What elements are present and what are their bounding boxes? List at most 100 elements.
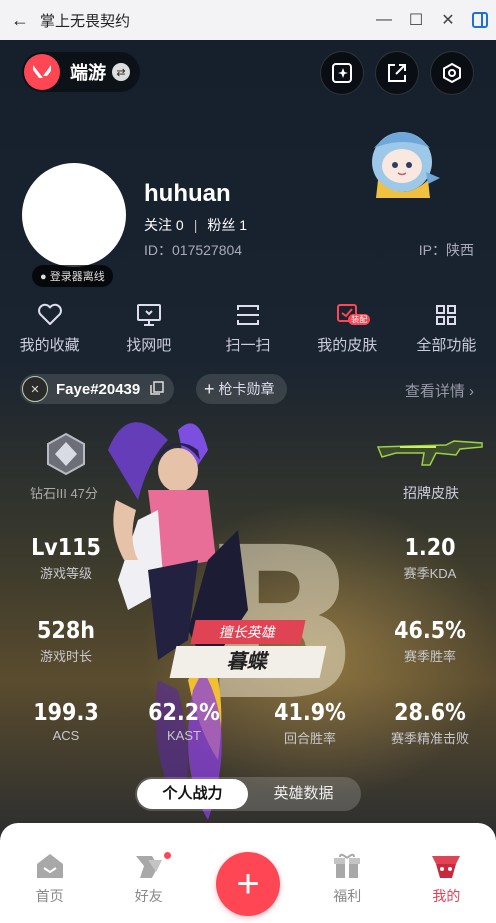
gun-card-badge-button[interactable]: + 枪卡勋章	[196, 374, 287, 404]
stat-value: 1.20	[404, 535, 456, 561]
follow-stats: 关注 0 | 粉丝 1	[144, 215, 247, 235]
nav-label: 好友	[134, 888, 163, 904]
nav-friends[interactable]: 好友	[99, 840, 198, 923]
quick-action-favorites[interactable]: 我的收藏	[0, 300, 99, 360]
stat-headshot-rate: 28.6% 赛季精准击败	[370, 700, 490, 747]
equip-badge: 装配	[348, 314, 371, 325]
profile-main: 端游 ⇄ ● 登录器离线 huhuan 关注 0 | 粉丝 1 ID：0175278…	[0, 40, 496, 840]
quick-action-label: 我的皮肤	[317, 337, 378, 354]
main-agent-tag[interactable]: 擅长英雄 暮蝶	[168, 620, 328, 678]
stat-label: 游戏等级	[39, 566, 92, 581]
nav-label: 我的	[432, 888, 461, 904]
shark-sticker-image	[372, 132, 440, 198]
stat-round-win-rate: 41.9% 回合胜率	[250, 700, 370, 747]
home-icon	[36, 854, 63, 878]
stat-value: 46.5%	[394, 618, 466, 644]
friends-icon	[135, 856, 162, 878]
valorant-logo-icon	[24, 54, 60, 90]
stat-label: KAST	[167, 728, 201, 743]
stat-value: 528h	[37, 618, 95, 644]
nav-home[interactable]: 首页	[0, 840, 99, 923]
follow-count: 0	[175, 217, 184, 233]
follow-link[interactable]: 关注 0	[144, 217, 184, 233]
app-switcher[interactable]: 端游 ⇄	[22, 52, 140, 92]
main-agent-name: 暮蝶	[169, 646, 327, 678]
settings-hex-icon	[443, 62, 461, 84]
nav-label: 首页	[35, 888, 64, 904]
riot-id: Faye#20439	[56, 380, 141, 398]
copy-icon[interactable]	[150, 380, 164, 398]
settings-button[interactable]	[430, 51, 474, 95]
avatar[interactable]	[22, 163, 126, 267]
nav-profile[interactable]: 我的	[397, 840, 496, 923]
riot-id-chip[interactable]: ✕ Faye#20439	[20, 374, 175, 404]
share-button[interactable]	[375, 51, 419, 95]
rank-mini-icon: ✕	[22, 376, 48, 402]
data-tabs: 个人战力 英雄数据	[135, 777, 361, 811]
weapon-skin-image[interactable]	[376, 435, 484, 471]
ip-location: IP：陕西	[418, 242, 474, 258]
user-id: ID：017527804	[144, 242, 243, 258]
fans-count: 1	[239, 217, 248, 233]
minimize-icon[interactable]: —	[368, 0, 400, 40]
diamond-rank-icon	[47, 432, 85, 476]
bottom-navigation: 首页 好友 + 福利 我的	[0, 840, 496, 923]
stat-kast: 62.2% KAST	[124, 700, 244, 743]
profile-icon	[432, 856, 461, 878]
stat-play-hours: 528h 游戏时长	[6, 618, 126, 665]
stat-win-rate: 46.5% 赛季胜率	[370, 618, 490, 665]
spark-icon	[332, 63, 352, 83]
stat-value: 62.2%	[148, 700, 220, 726]
window-titlebar: ← 掌上无畏契约 — ☐ ✕	[0, 0, 496, 40]
featured-skin-label: 招牌皮肤	[403, 485, 459, 501]
ai-spark-button[interactable]	[320, 51, 364, 95]
quick-action-label: 我的收藏	[19, 337, 80, 354]
quick-actions: 我的收藏 找网吧 扫一扫 装配 我的皮肤 全部功能	[0, 300, 496, 360]
stat-value: 28.6%	[394, 700, 466, 726]
view-details-link[interactable]: 查看详情 ›	[405, 380, 474, 401]
friends-notification-dot	[162, 850, 173, 861]
sidebar-toggle-icon[interactable]	[464, 0, 496, 40]
close-icon[interactable]: ✕	[432, 0, 464, 40]
share-icon	[388, 64, 406, 82]
fans-link[interactable]: 粉丝 1	[207, 217, 247, 233]
username: huhuan	[144, 180, 231, 207]
plus-icon: +	[216, 852, 280, 916]
stat-label: 回合胜率	[283, 731, 336, 746]
back-arrow-icon[interactable]: ←	[0, 10, 40, 31]
stat-label: ACS	[52, 728, 80, 743]
stat-label: 游戏时长	[39, 649, 92, 664]
quick-action-all-features[interactable]: 全部功能	[397, 300, 496, 360]
stat-acs: 199.3 ACS	[6, 700, 126, 743]
follow-label: 关注	[144, 217, 172, 233]
stat-value: 41.9%	[274, 700, 346, 726]
swap-icon: ⇄	[112, 63, 130, 81]
quick-action-my-skins[interactable]: 装配 我的皮肤	[298, 300, 397, 360]
grid-icon	[436, 305, 457, 325]
app-name: 端游	[70, 63, 106, 83]
stat-level: Lv115 游戏等级	[6, 535, 126, 582]
heart-icon	[37, 303, 62, 325]
scan-icon	[237, 305, 259, 325]
quick-action-label: 找网吧	[126, 337, 172, 354]
tab-agent-data[interactable]: 英雄数据	[248, 779, 359, 809]
gift-icon	[334, 853, 361, 878]
stat-label: 赛季精准击败	[390, 731, 469, 746]
quick-action-find-cafe[interactable]: 找网吧	[99, 300, 198, 360]
gun-card-badge-label: 枪卡勋章	[218, 381, 275, 397]
quick-action-scan[interactable]: 扫一扫	[198, 300, 297, 360]
quick-action-label: 全部功能	[416, 337, 477, 354]
plus-icon: +	[204, 378, 215, 399]
nav-create[interactable]: +	[198, 840, 297, 923]
stat-value: 199.3	[33, 700, 99, 726]
maximize-icon[interactable]: ☐	[400, 0, 432, 40]
tab-personal-power[interactable]: 个人战力	[137, 779, 248, 809]
nav-welfare[interactable]: 福利	[298, 840, 397, 923]
stat-value: Lv115	[31, 535, 101, 561]
quick-action-label: 扫一扫	[225, 337, 271, 354]
monitor-icon	[136, 304, 161, 326]
stat-label: 赛季胜率	[403, 649, 456, 664]
nav-label: 福利	[333, 888, 362, 904]
launcher-status-badge: ● 登录器离线	[32, 265, 113, 287]
window-title: 掌上无畏契约	[40, 12, 131, 30]
